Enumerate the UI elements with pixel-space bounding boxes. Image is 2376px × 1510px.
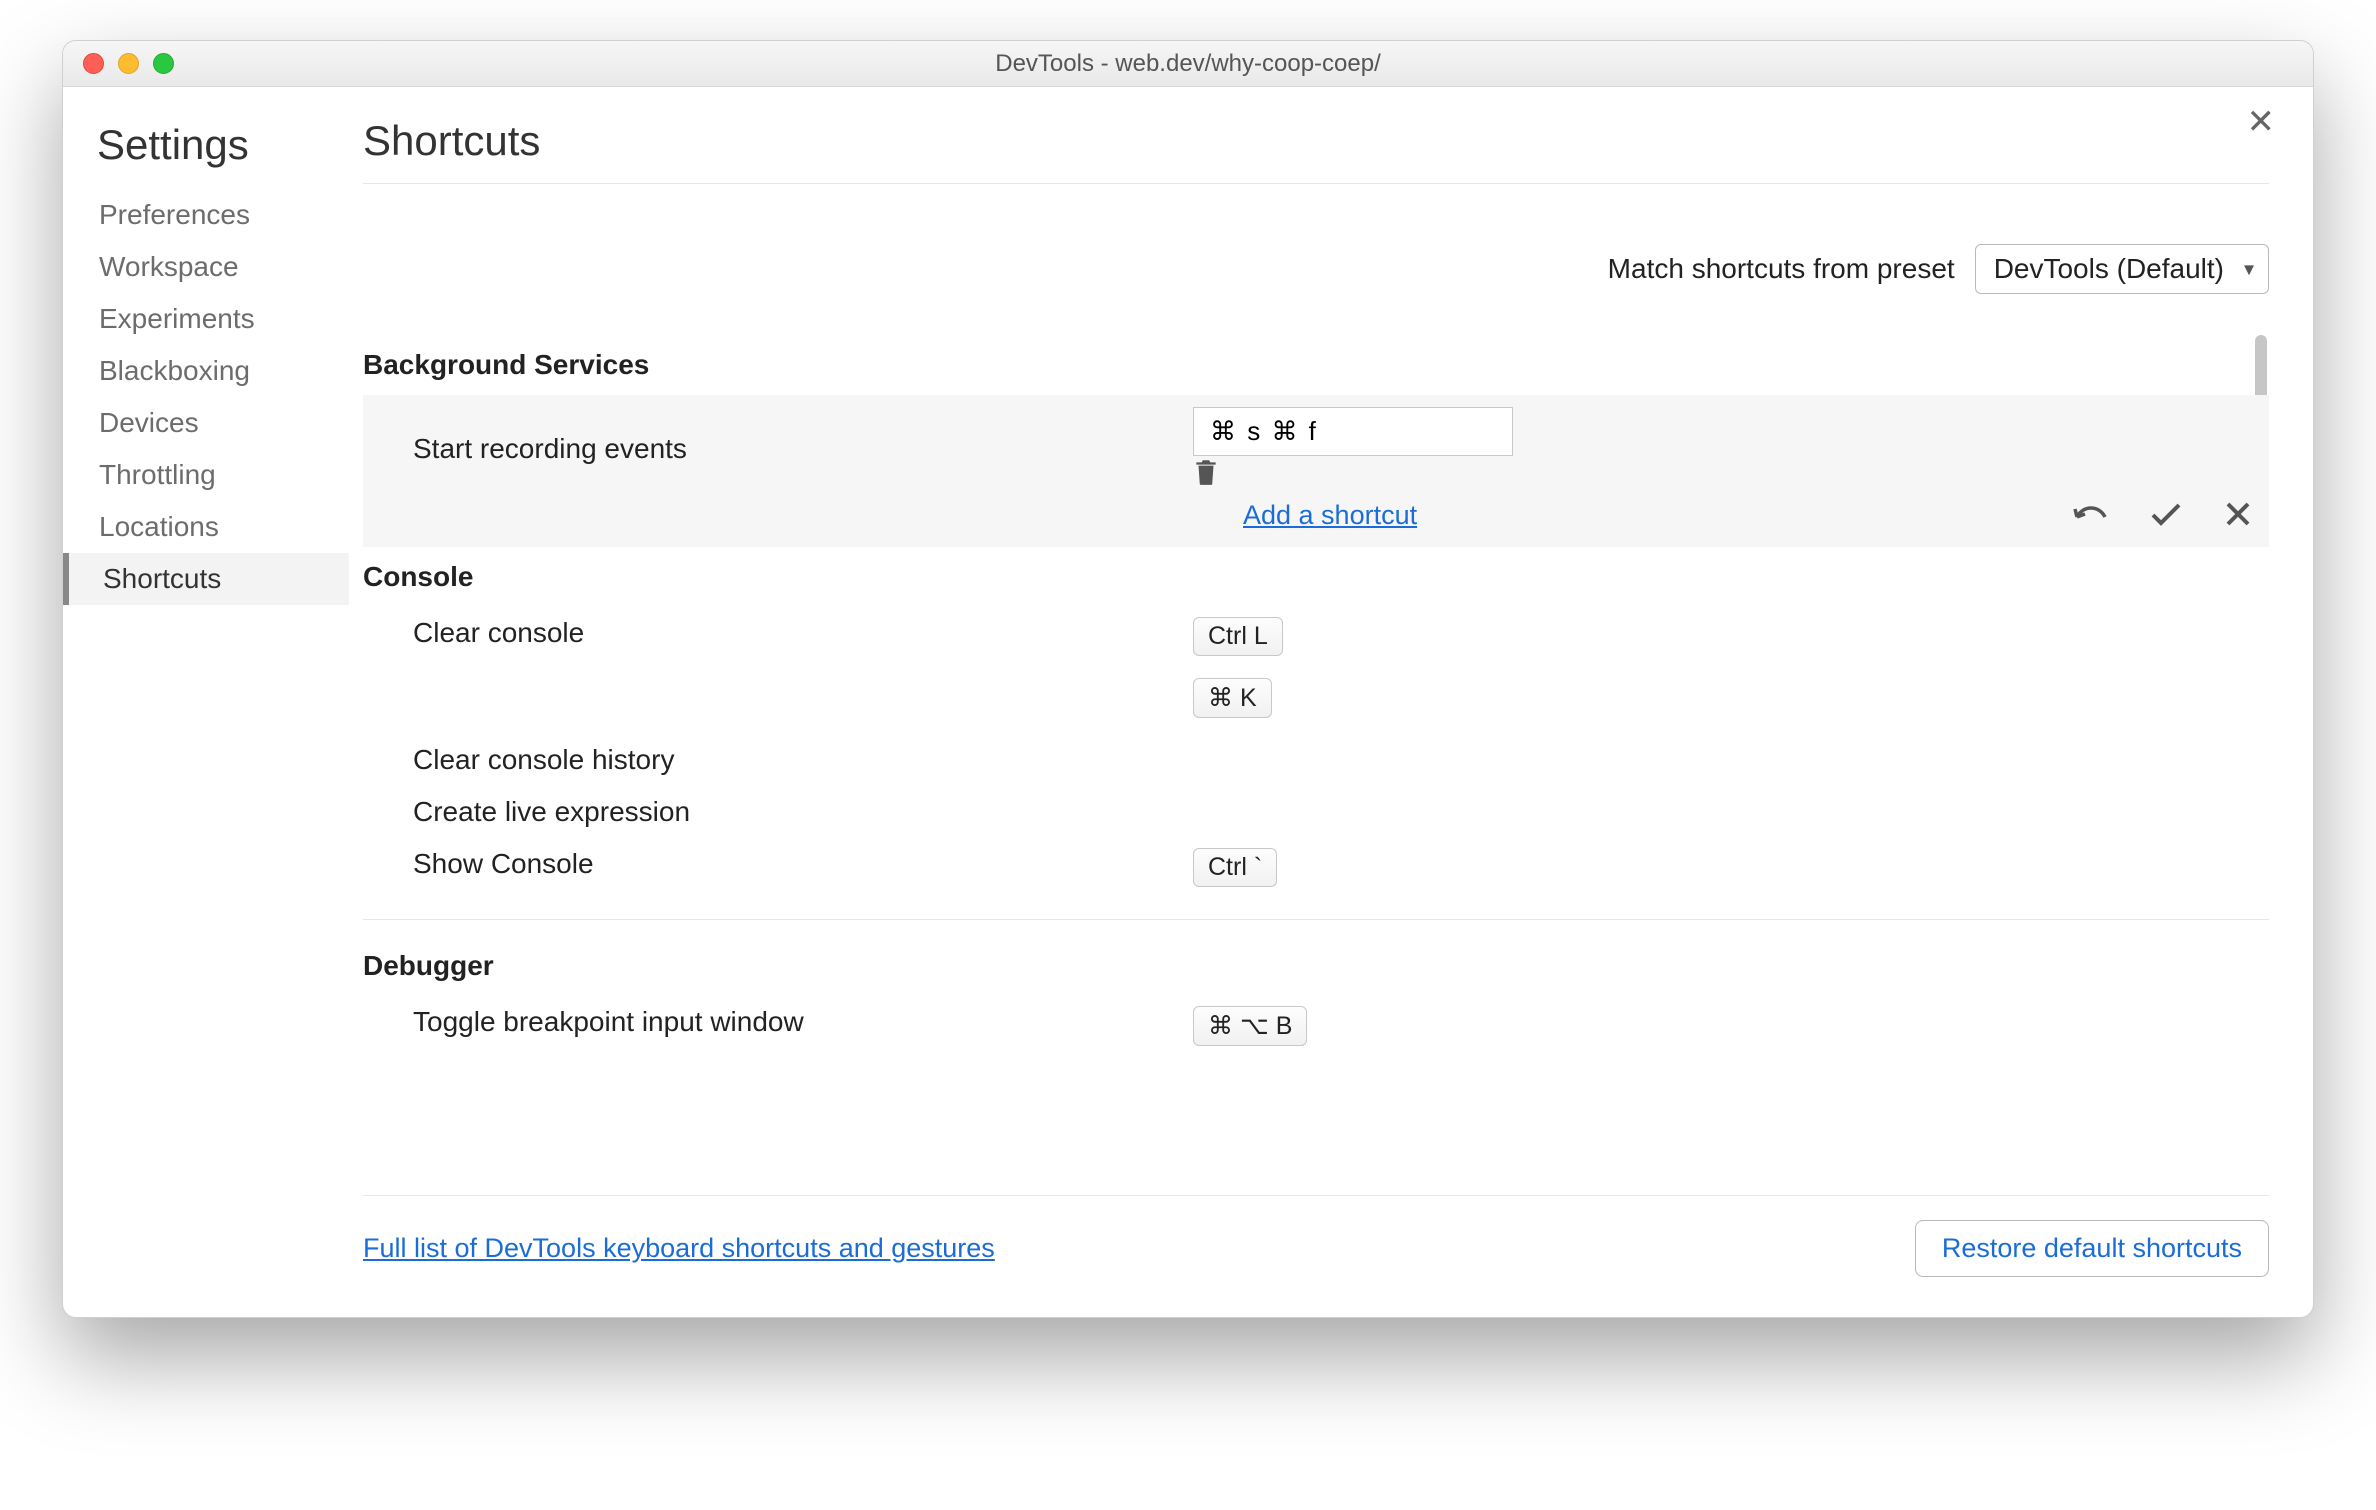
cancel-icon[interactable]: [2223, 499, 2253, 529]
row-keys: Ctrl L ⌘ K: [1193, 617, 2269, 724]
devtools-window: DevTools - web.dev/why-coop-coep/ Settin…: [62, 40, 2314, 1318]
add-shortcut-link[interactable]: Add a shortcut: [1243, 500, 1417, 531]
row-label: Clear console: [363, 617, 1193, 649]
full-list-link[interactable]: Full list of DevTools keyboard shortcuts…: [363, 1233, 995, 1264]
panel-header: Shortcuts: [363, 117, 2269, 184]
sidebar-item-devices[interactable]: Devices: [87, 397, 343, 449]
section-separator: [363, 919, 2269, 920]
shortcuts-scroll-area: Background Services Start recording even…: [363, 334, 2269, 1195]
preset-select-value: DevTools (Default): [1994, 253, 2224, 284]
section-title-console: Console: [363, 547, 2269, 607]
row-label: Clear console history: [363, 744, 1193, 776]
panel-title: Shortcuts: [363, 117, 540, 165]
restore-defaults-button[interactable]: Restore default shortcuts: [1915, 1220, 2269, 1277]
close-icon[interactable]: ✕: [2247, 105, 2276, 139]
delete-shortcut-icon[interactable]: [1193, 456, 2269, 486]
section-title-background-services: Background Services: [363, 335, 2269, 395]
sidebar-item-preferences[interactable]: Preferences: [87, 189, 343, 241]
shortcut-input[interactable]: [1193, 407, 1513, 456]
row-clear-console-history: Clear console history: [363, 734, 2269, 786]
row-start-recording-events: Start recording events Add a shortcut: [363, 395, 2269, 547]
panel-footer: Full list of DevTools keyboard shortcuts…: [363, 1195, 2269, 1287]
sidebar-items: Preferences Workspace Experiments Blackb…: [97, 189, 343, 605]
row-label: Toggle breakpoint input window: [363, 1006, 1193, 1038]
shortcut-chip: ⌘ K: [1193, 678, 1272, 718]
sidebar-heading: Settings: [97, 121, 343, 169]
row-label: Show Console: [363, 848, 1193, 880]
preset-label: Match shortcuts from preset: [1608, 253, 1955, 285]
sidebar-item-throttling[interactable]: Throttling: [87, 449, 343, 501]
preset-row: Match shortcuts from preset DevTools (De…: [363, 184, 2269, 334]
confirm-icon[interactable]: [2149, 499, 2183, 529]
row-toggle-breakpoint-input: Toggle breakpoint input window ⌘ ⌥ B: [363, 996, 2269, 1062]
preset-select[interactable]: DevTools (Default): [1975, 244, 2269, 294]
row-keys: Ctrl `: [1193, 848, 2269, 893]
row-create-live-expression: Create live expression: [363, 786, 2269, 838]
settings-sidebar: Settings Preferences Workspace Experimen…: [63, 87, 343, 1317]
shortcut-chip: ⌘ ⌥ B: [1193, 1006, 1307, 1046]
sidebar-item-experiments[interactable]: Experiments: [87, 293, 343, 345]
sidebar-item-workspace[interactable]: Workspace: [87, 241, 343, 293]
edit-actions: [2071, 499, 2253, 529]
row-label: Create live expression: [363, 796, 1193, 828]
shortcut-chip: Ctrl L: [1193, 617, 1283, 656]
section-title-debugger: Debugger: [363, 936, 2269, 996]
shortcut-chip: Ctrl `: [1193, 848, 1277, 887]
title-bar: DevTools - web.dev/why-coop-coep/: [63, 41, 2313, 87]
row-clear-console: Clear console Ctrl L ⌘ K: [363, 607, 2269, 734]
sidebar-item-shortcuts[interactable]: Shortcuts: [63, 553, 349, 605]
row-show-console: Show Console Ctrl `: [363, 838, 2269, 903]
sidebar-item-blackboxing[interactable]: Blackboxing: [87, 345, 343, 397]
row-keys: ⌘ ⌥ B: [1193, 1006, 2269, 1052]
undo-icon[interactable]: [2071, 499, 2109, 529]
sidebar-item-locations[interactable]: Locations: [87, 501, 343, 553]
window-title: DevTools - web.dev/why-coop-coep/: [63, 50, 2313, 78]
main-panel: ✕ Shortcuts Match shortcuts from preset …: [343, 87, 2313, 1317]
row-label: Start recording events: [363, 429, 1193, 465]
content-area: Settings Preferences Workspace Experimen…: [63, 87, 2313, 1317]
row-keys: [1193, 407, 2269, 486]
